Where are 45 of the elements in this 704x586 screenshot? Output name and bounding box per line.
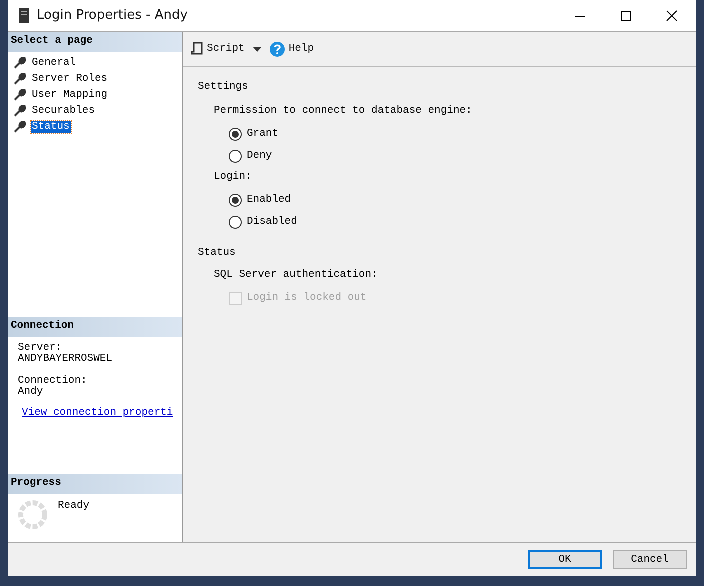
radio-button[interactable] [229,216,242,228]
radio-button[interactable] [229,194,242,206]
script-button[interactable]: Script [191,42,245,56]
dropdown-icon[interactable] [252,46,262,52]
radio-label: Grant [247,128,279,140]
help-button[interactable]: Help [270,42,314,56]
wrench-icon [14,57,26,69]
radio-button[interactable] [229,128,242,140]
help-icon [270,42,285,56]
dialog-button[interactable]: OK [528,550,602,569]
close-icon[interactable] [666,10,678,22]
radio-label: Disabled [247,216,298,228]
section-header: Select a page [8,32,182,52]
page-item[interactable]: Server Roles [31,73,109,85]
window-title: Login Properties - Andy [37,8,188,23]
section-heading: Status [198,247,237,259]
page-item[interactable]: Securables [31,105,96,117]
radio-label: Deny [247,150,272,162]
page-item[interactable]: User Mapping [31,89,109,101]
wrench-icon [14,89,26,101]
connection-label: Connection: [18,376,88,387]
progress-status: Ready [58,500,90,512]
group-label: Login: [214,171,253,183]
section-heading: Settings [198,81,250,93]
connection-value: Andy [18,387,44,398]
section-header: Progress [8,474,182,494]
page-item[interactable]: Status [31,121,71,133]
radio-label: Enabled [247,194,292,206]
server-label: Server: [18,343,64,354]
server-icon [19,8,29,23]
maximize-icon[interactable] [620,10,632,22]
page-item[interactable]: General [31,57,78,69]
group-label: SQL Server authentication: [214,269,379,281]
view-connection-link[interactable]: View connection properti [22,408,174,419]
dialog-button[interactable]: Cancel [613,550,687,569]
group-label: Permission to connect to database engine: [214,105,474,117]
wrench-icon [14,73,26,85]
section-header: Connection [8,317,182,337]
checkbox-label: Login is locked out [247,292,367,304]
radio-button[interactable] [229,150,242,162]
wrench-icon [14,121,26,133]
spinner-icon [18,500,48,530]
wrench-icon [14,105,26,117]
script-icon [191,42,203,56]
server-value: ANDYBAYERROSWEL [18,354,114,365]
